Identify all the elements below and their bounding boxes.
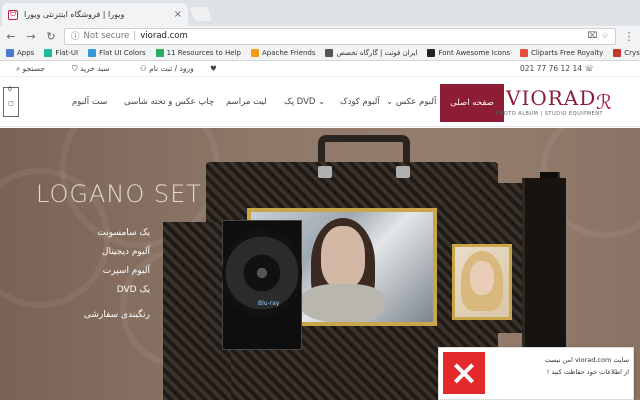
site-topbar: جستجو ⌕ سبد خرید ⛉ ورود / ثبت نام ⚇ ♥ 02… (0, 61, 640, 77)
logo-mark-icon: ℛ (596, 90, 612, 114)
heart-icon[interactable]: ♥ (210, 64, 217, 73)
apps-grid-icon (6, 49, 14, 57)
bookmark-crystal-project[interactable]: Crystal Project - 1,35 (613, 49, 640, 57)
logo-tagline: PHOTO ALBUM | STUDIO EQUIPMENT (496, 111, 604, 117)
menu-print[interactable]: چاپ عکس و تخته شاسی (124, 97, 214, 107)
menu-ceremony[interactable]: لیت مراسم (226, 97, 267, 107)
bookmark-flat-ui-colors[interactable]: Flat UI Colors (88, 49, 146, 57)
bookmark-star-icon[interactable]: ☆ (601, 31, 609, 41)
bookmark-resources[interactable]: 11 Resources to Help (155, 49, 241, 57)
info-icon[interactable]: ⓘ (71, 30, 80, 42)
notice-line-2: از اطلاعات خود حفاظت کنید ! (546, 368, 629, 376)
bookmark-cliparts[interactable]: Cliparts Free Royalty (520, 49, 603, 57)
browser-toolbar: ← → ↻ ⓘ Not secure | viorad.com ⌧ ☆ ⋮ (0, 26, 640, 46)
translate-icon[interactable]: ⌧ (588, 31, 598, 41)
site-header: 0 ▢ ست آلبوم چاپ عکس و تخته شاسی لیت مرا… (0, 77, 640, 127)
menu-album-set[interactable]: ست آلبوم (72, 97, 107, 107)
bookmark-apps[interactable]: Apps (6, 49, 34, 57)
address-bar[interactable]: ⓘ Not secure | viorad.com ⌧ ☆ (64, 27, 616, 45)
crystal-icon (613, 49, 622, 57)
font-awesome-icon (427, 49, 436, 57)
reload-icon[interactable]: ↻ (44, 30, 58, 43)
bookmarks-bar: Apps Flat-UI Flat UI Colors 11 Resources… (0, 46, 640, 61)
hero-item: یک DVD (116, 285, 150, 295)
bag-icon: ▢ (8, 100, 14, 107)
album-back (522, 178, 566, 352)
phone-number: 021 77 76 12 14 ☏ (520, 64, 594, 73)
url-text[interactable]: viorad.com (140, 31, 188, 41)
site-logo[interactable]: VIORAD PHOTO ALBUM | STUDIO EQUIPMENT ℛ (496, 84, 620, 124)
back-icon[interactable]: ← (4, 30, 18, 43)
notice-line-1: سایت viorad.com امن نیست (544, 356, 629, 364)
apache-icon (250, 49, 259, 57)
cliparts-icon (520, 49, 529, 57)
hero-item: یک سامسونت (97, 228, 150, 238)
omnibox-separator: | (133, 31, 137, 41)
menu-photo-album[interactable]: ⌄ آلبوم عکس (386, 97, 436, 107)
browser-tab-bar: ᗢ ویورا | فروشگاه اینترنتی ویورا × (0, 0, 640, 26)
menu-kids-album[interactable]: آلبوم کودک (340, 97, 380, 107)
security-status: Not secure (83, 31, 130, 41)
bookmark-font-awesome[interactable]: Font Awesome Icons (427, 49, 510, 57)
right-photo (455, 247, 509, 317)
cart-link[interactable]: سبد خرید ⛉ (72, 64, 110, 74)
hero-item: آلبوم دیجیتال (101, 247, 150, 257)
bookmark-apache-friends[interactable]: Apache Friends (250, 49, 315, 57)
hero-feature-list: یک سامسونت آلبوم دیجیتال آلبوم اسپرت یک … (60, 224, 150, 325)
user-icon: ⚇ (140, 64, 147, 73)
hero-title: LOGANO SET (36, 180, 202, 208)
cart-icon: ⛉ (72, 64, 78, 73)
site-favicon-icon: ᗢ (8, 9, 18, 20)
bookmark-iran-font[interactable]: ایران فونت | گارگاه تخصص (325, 49, 417, 57)
menu-photo-album-label: آلبوم عکس (395, 97, 437, 107)
phone-icon: ☏ (584, 64, 594, 73)
disc-label: Blu-ray (258, 300, 280, 307)
forward-icon[interactable]: → (24, 30, 38, 43)
tab-title: ویورا | فروشگاه اینترنتی ویورا (24, 10, 125, 19)
hero-item: آلبوم اسپرت (102, 266, 150, 276)
menu-dots-icon[interactable]: ⋮ (622, 30, 636, 43)
close-x-icon[interactable]: × (443, 352, 485, 394)
new-tab-button[interactable] (189, 7, 213, 21)
browser-tab[interactable]: ᗢ ویورا | فروشگاه اینترنتی ویورا × (2, 3, 188, 26)
hero-item: رنگبندی سفارشی (83, 310, 150, 320)
menu-home[interactable]: صفحه اصلی (440, 84, 504, 122)
search-icon: ⌕ (16, 64, 21, 73)
header-cart-button[interactable]: 0 ▢ (3, 86, 19, 117)
flat-ui-colors-icon (88, 49, 97, 57)
cart-count: 0 (8, 86, 12, 93)
flat-ui-icon (44, 49, 53, 57)
login-link[interactable]: ورود / ثبت نام ⚇ (140, 64, 194, 73)
security-notice[interactable]: × سایت viorad.com امن نیست از اطلاعات خو… (438, 347, 634, 400)
dvd-album-cover (163, 222, 231, 400)
suitcase-lock (318, 166, 332, 178)
menu-dvd[interactable]: پک DVD ⌄ (284, 97, 325, 107)
menu-dvd-label: پک DVD (284, 97, 316, 107)
chevron-down-icon: ⌄ (318, 97, 326, 107)
search-link[interactable]: جستجو ⌕ (16, 64, 45, 74)
chevron-down-icon: ⌄ (386, 97, 394, 107)
bookmark-flat-ui[interactable]: Flat-UI (44, 49, 78, 57)
iran-font-icon (325, 49, 334, 57)
logo-brand: VIORAD (506, 86, 597, 110)
suitcase-lock (396, 166, 410, 178)
resources-icon (155, 49, 164, 57)
tab-close-icon[interactable]: × (174, 9, 182, 20)
